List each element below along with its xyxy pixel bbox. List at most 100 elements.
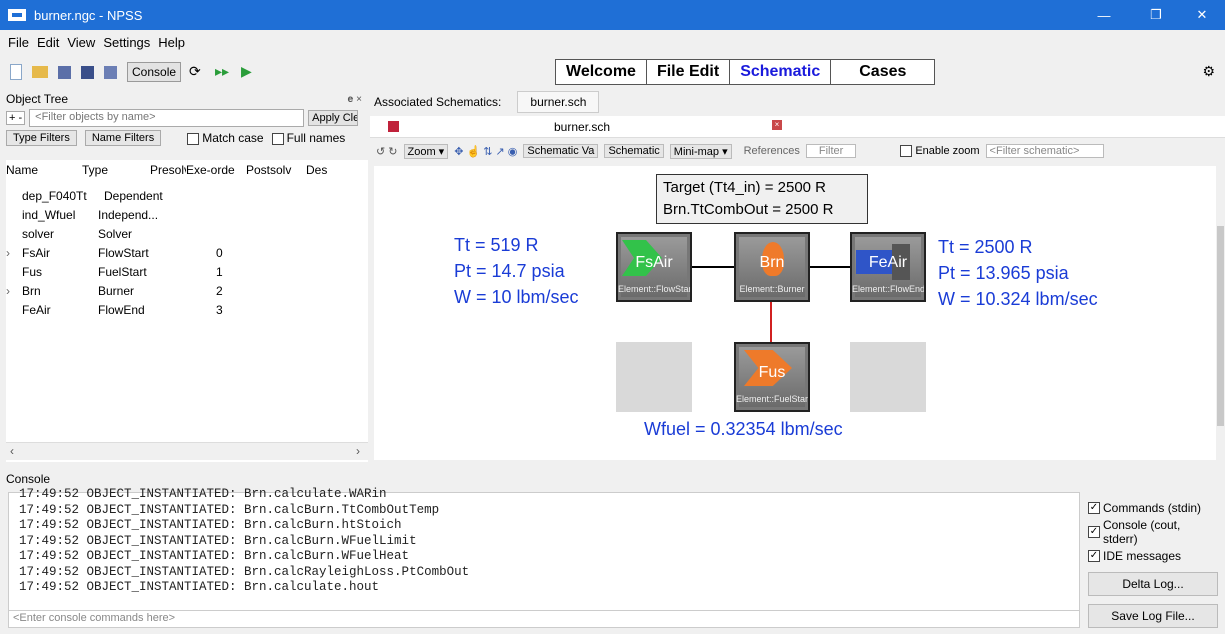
full-names-checkbox[interactable]: Full names: [271, 131, 345, 145]
scroll-right-icon[interactable]: ›: [356, 444, 360, 458]
menu-help[interactable]: Help: [158, 35, 185, 50]
tree-row[interactable]: › FsAir FlowStart 0: [6, 243, 368, 262]
node-name: Brn: [759, 254, 785, 271]
scroll-left-icon[interactable]: ‹: [10, 444, 14, 458]
tree-row[interactable]: Fus FuelStart 1: [6, 262, 368, 281]
tab-welcome[interactable]: Welcome: [556, 60, 647, 84]
menu-edit[interactable]: Edit: [37, 35, 59, 50]
node-brn[interactable]: Brn Element::Burner: [734, 232, 810, 302]
scroll-thumb[interactable]: [1217, 226, 1224, 426]
name-filters-button[interactable]: Name Filters: [84, 130, 162, 146]
menu-settings[interactable]: Settings: [103, 35, 150, 50]
pan-select-icons[interactable]: ✥ ☝ ⇅ ↗ ◉: [454, 145, 517, 158]
open-folder-icon[interactable]: [32, 66, 48, 78]
filter-button[interactable]: Filter: [805, 144, 857, 158]
ide-messages-checkbox[interactable]: ✓ IDE messages: [1088, 544, 1218, 568]
console-output[interactable]: 17:49:52 OBJECT_INSTANTIATED: Brn.calcul…: [8, 487, 1080, 612]
outlet-tt: Tt = 2500 R: [938, 237, 1033, 257]
zoom-dropdown[interactable]: Zoom ▾: [403, 143, 449, 159]
run-all-icon[interactable]: ▸▸: [215, 64, 231, 80]
zoom-label: Zoom: [407, 145, 436, 158]
save-all-icon[interactable]: [104, 65, 117, 79]
menu-file[interactable]: File: [8, 35, 29, 50]
col-name[interactable]: Name: [6, 163, 82, 177]
apply-clear-button[interactable]: Apply Clear: [308, 110, 359, 126]
row-name: FeAir: [22, 302, 51, 317]
minimize-button[interactable]: —: [1081, 0, 1127, 30]
tab-schematic[interactable]: Schematic: [730, 60, 832, 84]
save-icon[interactable]: [58, 65, 71, 79]
col-description[interactable]: Des: [306, 163, 332, 177]
delta-log-button[interactable]: Delta Log...: [1088, 572, 1218, 596]
enable-zoom-checkbox[interactable]: Enable zoom: [900, 145, 980, 158]
type-filters-button[interactable]: Type Filters: [6, 130, 77, 146]
save-log-button[interactable]: Save Log File...: [1088, 604, 1218, 628]
commands-box[interactable]: ✓: [1088, 502, 1100, 514]
console-out-box[interactable]: ✓: [1088, 526, 1100, 538]
inlet-conditions: Tt = 519 R Pt = 14.7 psia W = 10 lbm/sec: [454, 232, 579, 310]
schematic-va-button[interactable]: Schematic Va: [523, 144, 599, 158]
tree-row[interactable]: ind_Wfuel Independ...: [6, 205, 368, 224]
restore-button[interactable]: ❐: [1133, 0, 1179, 30]
console-command-input[interactable]: <Enter console commands here>: [8, 610, 1080, 628]
node-name: FeAir: [868, 254, 908, 271]
float-close-icons[interactable]: 𝐞 ×: [348, 94, 362, 105]
tree-row[interactable]: solver Solver: [6, 224, 368, 243]
object-filter-input[interactable]: <Filter objects by name>: [29, 109, 305, 127]
node-fus[interactable]: Fus Element::FuelStart: [734, 342, 810, 412]
menu-view[interactable]: View: [67, 35, 95, 50]
flow-wire: [808, 266, 850, 268]
console-line: 17:49:52 OBJECT_INSTANTIATED: Brn.calcBu…: [19, 533, 417, 548]
references-label[interactable]: References: [744, 145, 800, 157]
schematic-canvas[interactable]: Target (Tt4_in) = 2500 R Brn.TtCombOut =…: [374, 166, 1216, 460]
col-type[interactable]: Type: [82, 163, 150, 177]
associated-schematics-label: Associated Schematics:: [374, 95, 502, 109]
node-type: Element::Burner: [739, 284, 805, 294]
gear-icon[interactable]: ⚙: [1202, 63, 1215, 80]
row-name: Fus: [22, 264, 43, 279]
expand-arrow[interactable]: ›: [6, 246, 22, 260]
minimap-dropdown[interactable]: Mini-map ▾: [669, 143, 732, 159]
schematic-filter-input[interactable]: <Filter schematic>: [985, 144, 1104, 158]
match-case-box[interactable]: [187, 132, 200, 145]
close-tab-icon[interactable]: ×: [772, 120, 782, 130]
schematic-button[interactable]: Schematic: [604, 144, 664, 158]
schematic-document-tab: burner.sch ×: [370, 116, 1225, 138]
node-feair[interactable]: FeAir Element::FlowEnd: [850, 232, 926, 302]
node-fsair[interactable]: FsAir Element::FlowStart: [616, 232, 692, 302]
save-as-icon[interactable]: [81, 65, 94, 79]
enable-zoom-box[interactable]: [900, 145, 913, 158]
console-line: 17:49:52 OBJECT_INSTANTIATED: Brn.calcBu…: [19, 549, 410, 563]
commands-checkbox[interactable]: ✓ Commands (stdin): [1088, 496, 1218, 520]
console-button[interactable]: Console: [127, 62, 182, 82]
refresh-icon[interactable]: ⟳: [189, 64, 205, 80]
tab-file-edit[interactable]: File Edit: [647, 60, 731, 84]
tree-row[interactable]: › Brn Burner 2: [6, 281, 368, 300]
schematic-panel: Associated Schematics: burner.sch burner…: [370, 90, 1225, 462]
expand-collapse-button[interactable]: + -: [6, 111, 26, 125]
undo-redo-icons[interactable]: ↺ ↻: [376, 145, 398, 158]
run-icon[interactable]: ▶: [241, 64, 257, 80]
row-name: FsAir: [22, 245, 50, 260]
ide-messages-box[interactable]: ✓: [1088, 550, 1100, 562]
match-case-checkbox[interactable]: Match case: [187, 131, 264, 145]
object-tree-panel: Object Tree 𝐞 × + - <Filter objects by n…: [0, 90, 368, 462]
col-presolve[interactable]: Presolv: [150, 163, 186, 177]
document-filename[interactable]: burner.sch: [554, 120, 610, 134]
schematic-vertical-scrollbar[interactable]: [1216, 166, 1225, 460]
full-names-box[interactable]: [271, 132, 284, 145]
tab-cases[interactable]: Cases: [831, 60, 934, 84]
console-out-checkbox[interactable]: ✓ Console (cout, stderr): [1088, 518, 1218, 546]
col-postsolve[interactable]: Postsolv: [246, 163, 306, 177]
row-exe-order: 1: [216, 264, 223, 279]
col-exe-order[interactable]: Exe-orde: [186, 163, 246, 177]
close-button[interactable]: ✕: [1179, 0, 1225, 30]
filter-options-row: Type Filters Name Filters Match case Ful…: [0, 128, 368, 148]
tree-row[interactable]: FeAir FlowEnd 3: [6, 300, 368, 319]
save-icon[interactable]: [388, 121, 399, 132]
tree-row[interactable]: dep_F040Tt Dependent: [6, 186, 368, 205]
associated-schematic-tab[interactable]: burner.sch: [517, 91, 600, 113]
new-file-icon[interactable]: [10, 64, 22, 80]
tree-horizontal-scrollbar[interactable]: ‹ ›: [6, 442, 368, 460]
expand-arrow[interactable]: ›: [6, 284, 22, 298]
